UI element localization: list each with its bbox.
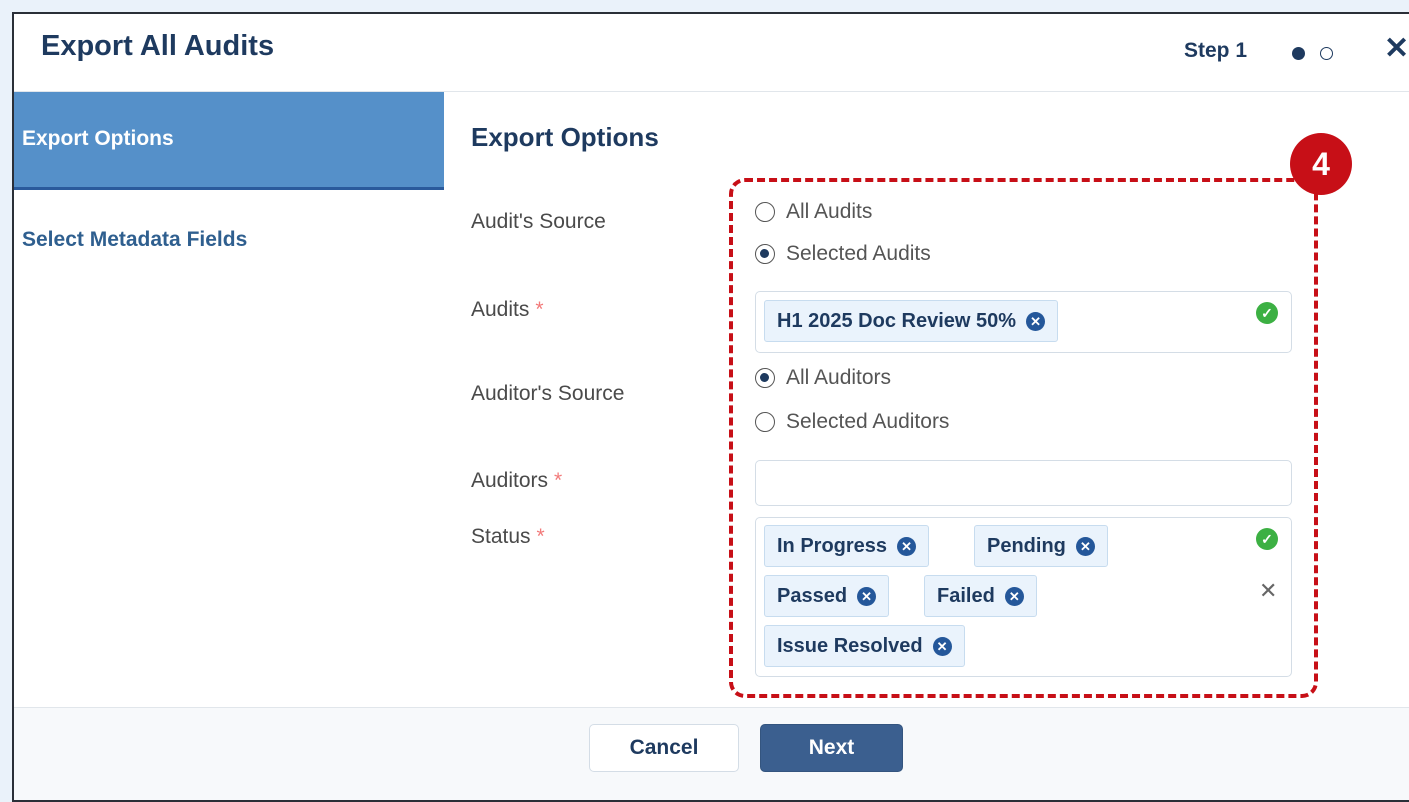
audits-label: Audits * bbox=[471, 298, 544, 322]
tag-remove-icon[interactable]: ✕ bbox=[932, 636, 952, 656]
status-tag-label: Failed bbox=[937, 584, 995, 607]
dialog-title: Export All Audits bbox=[41, 30, 275, 62]
dialog-footer: Cancel Next bbox=[14, 707, 1409, 800]
main-content: Export Options Audit's Source All Audits… bbox=[444, 92, 1409, 707]
sidebar-item-select-metadata-fields[interactable]: Select Metadata Fields bbox=[14, 190, 444, 288]
step-dot-next bbox=[1320, 47, 1333, 60]
tag-remove-icon[interactable]: ✕ bbox=[897, 536, 917, 556]
radio-selected-audits[interactable]: Selected Audits bbox=[755, 240, 931, 268]
valid-check-icon: ✓ bbox=[1256, 302, 1278, 324]
auditors-input[interactable] bbox=[755, 460, 1292, 506]
cancel-button[interactable]: Cancel bbox=[589, 724, 739, 772]
required-mark: * bbox=[554, 469, 563, 492]
tag-remove-icon[interactable]: ✕ bbox=[1075, 536, 1095, 556]
radio-all-auditors[interactable]: All Auditors bbox=[755, 364, 891, 392]
radio-selected-auditors-label: Selected Auditors bbox=[786, 410, 950, 433]
sidebar: Export Options Select Metadata Fields bbox=[14, 92, 444, 800]
radio-selected-audits-label: Selected Audits bbox=[786, 242, 931, 265]
status-tag: Failed ✕ bbox=[924, 575, 1037, 617]
status-tag-label: Passed bbox=[777, 584, 848, 607]
valid-check-icon: ✓ bbox=[1256, 528, 1278, 550]
close-icon[interactable]: ✕ bbox=[1384, 32, 1409, 66]
audit-tag-label: H1 2025 Doc Review 50% bbox=[777, 309, 1017, 332]
auditor-source-label: Auditor's Source bbox=[471, 382, 625, 405]
radio-selected-auditors-circle[interactable] bbox=[755, 412, 775, 432]
step-indicator-label: Step 1 bbox=[1184, 39, 1248, 62]
status-label: Status * bbox=[471, 525, 545, 549]
radio-selected-audits-circle[interactable] bbox=[755, 244, 775, 264]
export-dialog: Export All Audits Step 1 ✕ Export Option… bbox=[12, 12, 1409, 802]
next-button[interactable]: Next bbox=[760, 724, 903, 772]
tag-remove-icon[interactable]: ✕ bbox=[1026, 311, 1046, 331]
status-label-text: Status bbox=[471, 525, 531, 548]
status-tag: Passed ✕ bbox=[764, 575, 890, 617]
clear-icon[interactable]: ✕ bbox=[1259, 578, 1277, 604]
audits-label-text: Audits bbox=[471, 298, 530, 321]
annotation-step-badge: 4 bbox=[1290, 133, 1352, 195]
status-tag: In Progress ✕ bbox=[764, 525, 930, 567]
radio-all-auditors-circle[interactable] bbox=[755, 368, 775, 388]
section-title: Export Options bbox=[471, 122, 659, 152]
status-tag-label: Pending bbox=[987, 534, 1066, 557]
required-mark: * bbox=[535, 298, 544, 321]
tag-remove-icon[interactable]: ✕ bbox=[1004, 586, 1024, 606]
status-tag: Pending ✕ bbox=[974, 525, 1108, 567]
radio-all-audits-circle[interactable] bbox=[755, 202, 775, 222]
status-tag-label: In Progress bbox=[777, 534, 888, 557]
radio-all-auditors-label: All Auditors bbox=[786, 366, 892, 389]
required-mark: * bbox=[536, 525, 545, 548]
audits-tag-input[interactable]: H1 2025 Doc Review 50% ✕ ✓ bbox=[755, 291, 1292, 353]
radio-selected-auditors[interactable]: Selected Auditors bbox=[755, 408, 949, 436]
step-dot-current bbox=[1292, 47, 1305, 60]
auditors-label: Auditors * bbox=[471, 469, 562, 493]
radio-all-audits-label: All Audits bbox=[786, 200, 873, 223]
tag-remove-icon[interactable]: ✕ bbox=[857, 586, 877, 606]
status-tag: Issue Resolved ✕ bbox=[764, 625, 965, 667]
auditors-label-text: Auditors bbox=[471, 469, 549, 492]
status-tag-input[interactable]: In Progress ✕ Pending ✕ Passed ✕ Failed … bbox=[755, 517, 1292, 677]
dialog-header: Export All Audits Step 1 ✕ bbox=[14, 14, 1409, 92]
audit-tag: H1 2025 Doc Review 50% ✕ bbox=[764, 300, 1059, 342]
audit-source-label: Audit's Source bbox=[471, 210, 606, 233]
sidebar-item-export-options[interactable]: Export Options bbox=[14, 92, 444, 190]
status-tag-label: Issue Resolved bbox=[777, 634, 923, 657]
radio-all-audits[interactable]: All Audits bbox=[755, 198, 872, 226]
